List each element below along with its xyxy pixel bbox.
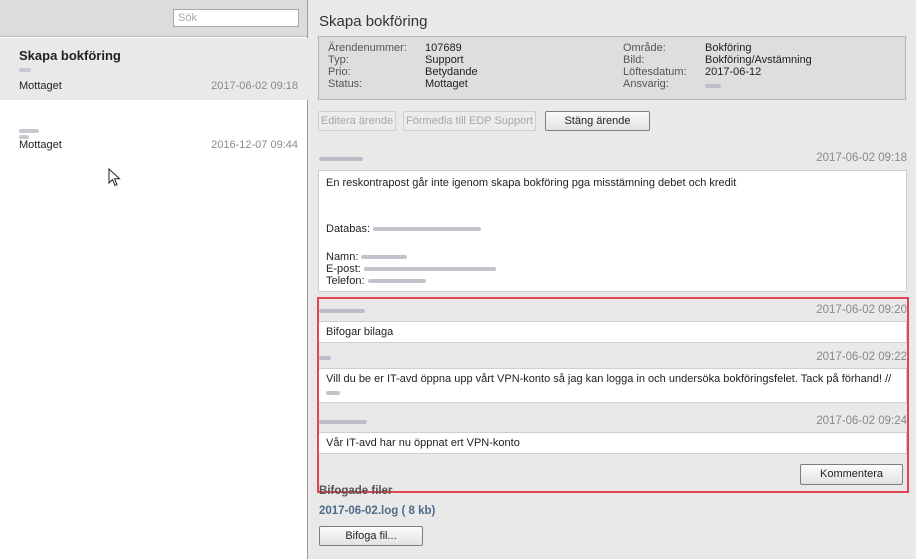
message-body: En reskontrapost går inte igenom skapa b… <box>318 170 907 292</box>
telefon-label: Telefon: <box>326 275 365 287</box>
label-typ: Typ: <box>328 54 349 66</box>
case-item-requester <box>19 68 31 72</box>
case-list-pane: Skapa bokföring Mottaget 2017-06-02 09:1… <box>0 0 308 559</box>
highlight-box <box>317 297 909 493</box>
epost-redacted <box>363 267 496 272</box>
namn-redacted <box>361 255 408 260</box>
edit-case-button[interactable]: Editera ärende <box>318 111 396 131</box>
value-status: Mottaget <box>425 78 468 90</box>
forward-to-edp-button[interactable]: Förmedla till EDP Support <box>403 111 536 131</box>
label-loftesdatum: Löftesdatum: <box>623 66 687 78</box>
case-item-title-redacted <box>19 129 39 133</box>
label-bild: Bild: <box>623 54 645 66</box>
attach-file-button[interactable]: Bifoga fil... <box>319 526 423 546</box>
label-prio: Prio: <box>328 66 351 78</box>
value-ansvarig-redacted <box>705 84 721 88</box>
label-arendenummer: Ärendenummer: <box>328 42 407 54</box>
epost-label: E-post: <box>326 263 361 275</box>
mouse-cursor-icon <box>108 168 121 187</box>
message-header: 2017-06-02 09:18 <box>318 152 907 166</box>
message-databas: Databas: <box>326 223 482 236</box>
value-loftesdatum: 2017-06-12 <box>705 66 762 78</box>
message-author-redacted <box>319 157 363 161</box>
case-title: Skapa bokföring <box>319 13 428 30</box>
case-item-status: Mottaget <box>19 80 62 92</box>
label-ansvarig: Ansvarig: <box>623 78 669 90</box>
attachment-link[interactable]: 2017-06-02.log ( 8 kb) <box>319 505 435 517</box>
case-info-box: Ärendenummer: 107689 Typ: Support Prio: … <box>318 36 906 100</box>
attachments-label: Bifogade filer <box>319 485 393 497</box>
case-list-header <box>0 0 307 37</box>
label-omrade: Område: <box>623 42 666 54</box>
case-item-date: 2016-12-07 09:44 <box>211 139 298 151</box>
case-list-item[interactable]: Mottaget 2016-12-07 09:44 <box>0 121 308 161</box>
namn-label: Namn: <box>326 251 359 263</box>
case-item-title: Skapa bokföring <box>19 48 121 63</box>
value-arendenummer: 107689 <box>425 42 462 54</box>
case-detail-pane: Skapa bokföring Ärendenummer: 107689 Typ… <box>309 0 916 559</box>
case-item-status: Mottaget <box>19 139 62 151</box>
message-telefon: Telefon: <box>326 275 426 288</box>
message-date: 2017-06-02 09:18 <box>816 152 907 164</box>
value-prio: Betydande <box>425 66 478 78</box>
case-list-item-selected[interactable]: Skapa bokföring Mottaget 2017-06-02 09:1… <box>0 38 308 100</box>
case-item-date: 2017-06-02 09:18 <box>211 80 298 92</box>
message-text: En reskontrapost går inte igenom skapa b… <box>326 177 737 189</box>
databas-redacted <box>373 227 482 232</box>
value-bild: Bokföring/Avstämning <box>705 54 812 66</box>
value-typ: Support <box>425 54 464 66</box>
databas-label: Databas: <box>326 223 371 235</box>
label-status: Status: <box>328 78 363 90</box>
search-input[interactable] <box>173 9 299 27</box>
telefon-redacted <box>367 279 426 284</box>
close-case-button[interactable]: Stäng ärende <box>545 111 650 131</box>
value-omrade: Bokföring <box>705 42 752 54</box>
